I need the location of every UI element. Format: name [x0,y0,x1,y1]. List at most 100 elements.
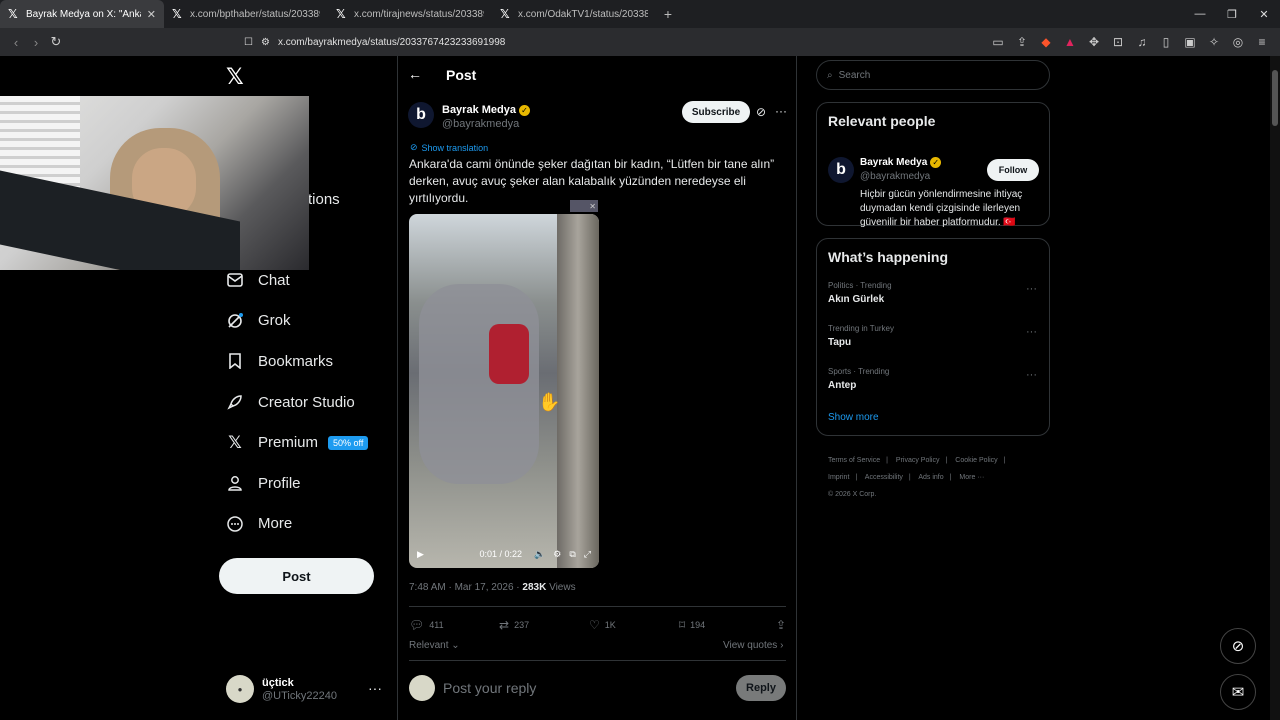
tab-title: x.com/bpthaber/status/2033891005 [190,8,320,20]
person-icon [226,474,244,492]
bookmark-action[interactable]: ⌑ 194 [679,618,769,632]
reply-composer: Post your reply Reply [409,673,786,703]
grok-fab-icon[interactable]: ⊘ [1220,628,1256,664]
site-info-icon[interactable]: ⚙ [261,37,270,48]
video-badge-close-icon[interactable]: ✕ [570,200,598,212]
show-more-link[interactable]: Show more [828,412,1049,423]
account-info: üçtick @UTicky22240 [262,677,337,702]
account-switcher[interactable]: ● üçtick @UTicky22240 ··· [226,674,386,704]
grok-explain-icon[interactable]: ⊘ [756,105,766,119]
wallet-icon[interactable]: ▣ [1180,32,1200,52]
show-translation-link[interactable]: ⊘ Show translation [410,142,488,153]
reply-action[interactable]: 💬︎ 411 [409,618,499,632]
footer-link[interactable]: Privacy Policy [896,457,940,464]
nav-item-more[interactable]: More [226,504,368,545]
post-author[interactable]: b Bayrak Medya ✓ @bayrakmedya [408,100,530,130]
rewards-icon[interactable]: ▲ [1060,32,1080,52]
subscribe-button[interactable]: Subscribe [682,101,750,123]
reload-icon[interactable]: ↻ [46,34,66,50]
brave-shield-icon[interactable]: ◆ [1036,32,1056,52]
trend-item[interactable]: Politics · Trending Akın Gürlek ··· [828,275,1049,318]
author-name[interactable]: Bayrak Medya [442,104,516,116]
footer-link[interactable]: Imprint [828,474,849,481]
reply-input[interactable]: Post your reply [443,680,536,696]
nav-item-profile[interactable]: Profile [226,463,368,504]
author-handle[interactable]: @bayrakmedya [442,118,530,130]
toolbar-icons: ▭ ⇪ ◆ ▲ ✥ ⊡ ♫ ▯ ▣ ✧ ◎ ≡ [988,32,1272,52]
footer-link[interactable]: Cookie Policy [955,457,997,464]
screenshot-icon[interactable]: ⊡ [1108,32,1128,52]
pip-icon[interactable]: ⧉ [569,549,575,560]
share-icon[interactable]: ⇪ [1012,32,1032,52]
page-scrollbar[interactable] [1270,56,1280,720]
media-icon[interactable]: ♫ [1132,32,1152,52]
person-handle[interactable]: @bayrakmedya [860,171,930,182]
sidebar-icon[interactable]: ▯ [1156,32,1176,52]
back-icon[interactable]: ‹ [6,35,26,50]
play-icon[interactable]: ▶ [417,549,424,560]
url-text[interactable]: x.com/bayrakmedya/status/203376742323369… [278,37,505,48]
whats-happening-card: What’s happening Politics · Trending Akı… [816,238,1050,436]
repost-action[interactable]: ⇄ 237 [499,618,589,632]
fullscreen-icon[interactable]: ⤢ [584,549,591,560]
repost-count: 237 [514,620,530,630]
browser-tab-2[interactable]: 𝕏 x.com/tirajnews/status/20338913500 [328,0,492,28]
person-avatar[interactable]: b [828,157,854,183]
browser-tab-3[interactable]: 𝕏 x.com/OdakTV1/status/203387601000 [492,0,656,28]
follow-button[interactable]: Follow [987,159,1039,181]
new-tab-button[interactable]: + [656,0,680,28]
footer-link[interactable]: Ads info [918,474,943,481]
search-input[interactable]: ⌕ Search [816,60,1050,90]
nav-item-grok[interactable]: Grok [226,301,368,342]
minimize-icon[interactable]: — [1184,0,1216,28]
cast-icon[interactable]: ▭ [988,32,1008,52]
nav-item-creator-studio[interactable]: Creator Studio [226,382,368,423]
url-bar[interactable]: ☐ ⚙ x.com/bayrakmedya/status/20337674232… [244,31,994,53]
vpn-icon[interactable]: ◎ [1228,32,1248,52]
footer-link[interactable]: Accessibility [865,474,903,481]
bookmark-page-icon[interactable]: ☐ [244,37,253,48]
compose-post-button[interactable]: Post [219,558,374,594]
menu-icon[interactable]: ≡ [1252,32,1272,52]
volume-icon[interactable]: 🔈 [534,549,545,560]
reply-count: 411 [429,620,444,630]
restore-icon[interactable]: ❐ [1216,0,1248,28]
reply-sort-dropdown[interactable]: Relevant ⌄ [409,640,460,651]
view-quotes-label: View quotes [723,640,778,651]
nav-item-bookmarks[interactable]: Bookmarks [226,341,368,382]
browser-tab-0[interactable]: 𝕏 Bayrak Medya on X: "Ankara ✕ [0,0,164,28]
browser-tab-1[interactable]: 𝕏 x.com/bpthaber/status/2033891005 [164,0,328,28]
trend-item[interactable]: Sports · Trending Antep ··· [828,361,1049,404]
tab-title: x.com/tirajnews/status/20338913500 [354,8,484,20]
nav-item-premium[interactable]: 𝕏 Premium 50% off [226,422,369,463]
trend-more-icon[interactable]: ··· [1026,283,1037,295]
person-name[interactable]: Bayrak Medya ✓ [860,157,942,168]
leo-icon[interactable]: ✧ [1204,32,1224,52]
share-icon[interactable]: ⇪ [776,618,786,632]
footer-link[interactable]: Terms of Service [828,457,880,464]
like-action[interactable]: ♡ 1K [589,618,679,632]
post-timestamp[interactable]: 7:48 AM · Mar 17, 2026 · [409,582,522,593]
extensions-icon[interactable]: ✥ [1084,32,1104,52]
trend-title: Akın Gürlek [828,294,885,305]
close-tab-icon[interactable]: ✕ [147,8,156,21]
trend-more-icon[interactable]: ··· [1026,369,1037,381]
trend-item[interactable]: Trending in Turkey Tapu ··· [828,318,1049,361]
whats-happening-title: What’s happening [828,249,949,265]
view-quotes-link[interactable]: View quotes › [723,640,783,651]
trend-more-icon[interactable]: ··· [1026,326,1037,338]
x-home-logo-icon[interactable]: 𝕏 [226,64,244,90]
reply-button[interactable]: Reply [736,675,786,701]
close-window-icon[interactable]: ✕ [1248,0,1280,28]
post-video[interactable]: ▶ 0:01 / 0:22 🔈 ⚙ ⧉ ⤢ [409,214,599,568]
footer-link[interactable]: More ··· [959,474,984,481]
back-arrow-icon[interactable]: ← [408,66,422,82]
video-settings-icon[interactable]: ⚙ [553,549,561,560]
messages-fab-icon[interactable]: ✉ [1220,674,1256,710]
author-avatar[interactable]: b [408,102,434,128]
scrollbar-thumb[interactable] [1272,70,1278,126]
nav-notifications-label-fragment[interactable]: tions [308,191,340,208]
forward-icon[interactable]: › [26,35,46,50]
post-more-icon[interactable]: ··· [775,104,787,118]
account-more-icon[interactable]: ··· [368,680,382,696]
